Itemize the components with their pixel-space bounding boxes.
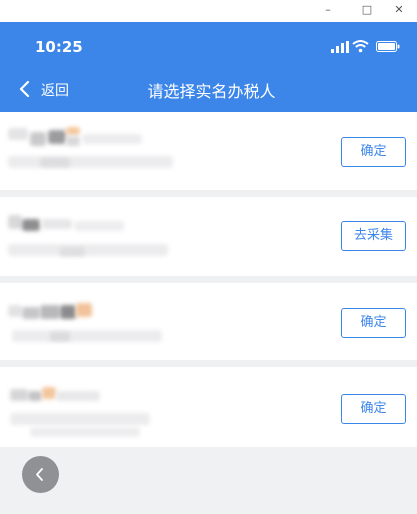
redacted-name [10,389,28,401]
redacted-name [42,387,56,399]
redacted-name [82,134,142,144]
redacted-name [60,305,76,319]
collect-button[interactable]: 去采集 [341,221,406,251]
page-title: 请选择实名办税人 [147,82,276,101]
confirm-button[interactable]: 确定 [341,394,406,424]
redacted-name [8,305,22,317]
redacted-name [56,391,100,401]
redacted-id [50,332,70,341]
redacted-name [42,219,72,229]
redacted-name [8,128,28,140]
redacted-name [22,219,40,231]
redacted-name [66,136,80,146]
redacted-name [22,307,40,319]
divider [0,190,417,197]
signal-icon [331,41,349,53]
window-title-bar: – □ ✕ [0,0,417,22]
app-header: 10:25 返回 请选择实名办税人 [0,22,417,112]
confirm-button[interactable]: 确定 [341,308,406,338]
taxpayer-card[interactable]: 确定 [0,283,417,360]
redacted-name [8,215,22,229]
redacted-name [74,221,124,231]
redacted-id [8,244,168,256]
redacted-name [40,305,60,319]
redacted-name [76,303,92,317]
battery-icon [376,41,400,52]
maximize-button[interactable]: □ [357,2,377,18]
redacted-id [40,158,70,167]
redacted-name [30,132,46,146]
redacted-name [28,391,42,401]
wifi-icon [352,40,369,53]
status-time: 10:25 [35,38,83,56]
redacted-id [12,330,162,342]
confirm-button[interactable]: 确定 [341,137,406,167]
close-button[interactable]: ✕ [389,2,409,18]
redacted-name [66,127,80,135]
redacted-id [30,427,140,437]
divider [0,360,417,367]
redacted-id [8,156,173,168]
redacted-id [60,247,85,256]
taxpayer-card[interactable]: 确定 [0,367,417,447]
minimize-button[interactable]: – [318,2,338,18]
taxpayer-card[interactable]: 确定 [0,112,417,190]
redacted-name [48,130,66,144]
divider [0,276,417,283]
chevron-left-icon [36,468,43,481]
floating-back-button[interactable] [22,456,59,493]
taxpayer-card[interactable]: 去采集 [0,197,417,276]
redacted-id [10,413,150,425]
